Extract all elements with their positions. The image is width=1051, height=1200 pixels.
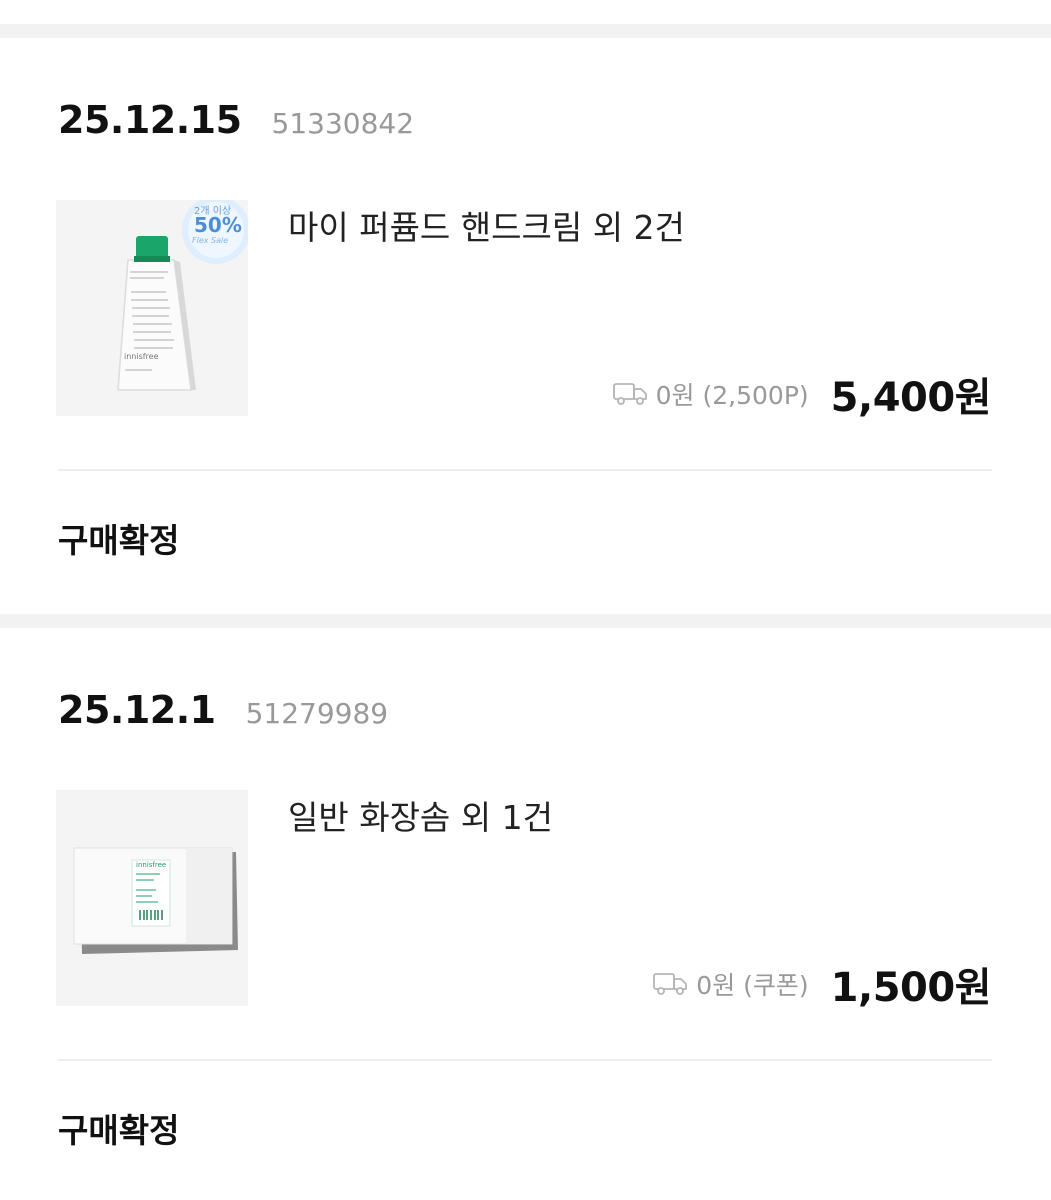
shipping-fee: 0원 (2,500P) [612, 376, 809, 412]
price-row: 0원 (쿠폰) 1,500원 [652, 955, 992, 1013]
order-date: 25.12.1 [58, 688, 216, 732]
divider [58, 1059, 992, 1061]
product-thumbnail[interactable]: 2개 이상 50% Flex Sale innisfree [56, 200, 248, 416]
truck-icon [653, 973, 688, 995]
order-price: 5,400원 [830, 375, 992, 421]
thumb-brand: innisfree [136, 861, 167, 869]
truck-icon [612, 383, 647, 405]
order-status: 구매확정 [58, 1111, 180, 1150]
product-name[interactable]: 일반 화장솜 외 1건 [288, 791, 553, 839]
product-name[interactable]: 마이 퍼퓸드 핸드크림 외 2건 [288, 201, 685, 249]
order-status: 구매확정 [58, 521, 180, 560]
order-price: 1,500원 [830, 965, 992, 1011]
section-separator [0, 24, 1051, 38]
product-thumbnail[interactable]: innisfree [56, 790, 248, 1006]
order-date: 25.12.15 [58, 98, 242, 142]
order-card[interactable]: 25.12.1 51279989 innisfree 일반 화장솜 외 1건 0… [0, 628, 1051, 1200]
thumb-badge-line2: 50% [194, 213, 242, 237]
order-header: 25.12.1 51279989 [58, 688, 388, 732]
order-number: 51330842 [271, 107, 415, 140]
cotton-pad-box-image [56, 790, 248, 1006]
shipping-fee-text: 0원 (2,500P) [655, 381, 809, 410]
divider [58, 469, 992, 471]
price-row: 0원 (2,500P) 5,400원 [612, 365, 992, 423]
thumb-badge-line3: Flex Sale [192, 236, 229, 245]
thumb-brand: innisfree [124, 352, 159, 361]
shipping-fee-text: 0원 (쿠폰) [696, 971, 809, 1000]
order-number: 51279989 [245, 697, 389, 730]
shipping-fee: 0원 (쿠폰) [652, 966, 809, 1002]
order-header: 25.12.15 51330842 [58, 98, 414, 142]
section-separator [0, 614, 1051, 628]
order-card[interactable]: 25.12.15 51330842 2개 이상 50% Flex Sale in… [0, 38, 1051, 614]
